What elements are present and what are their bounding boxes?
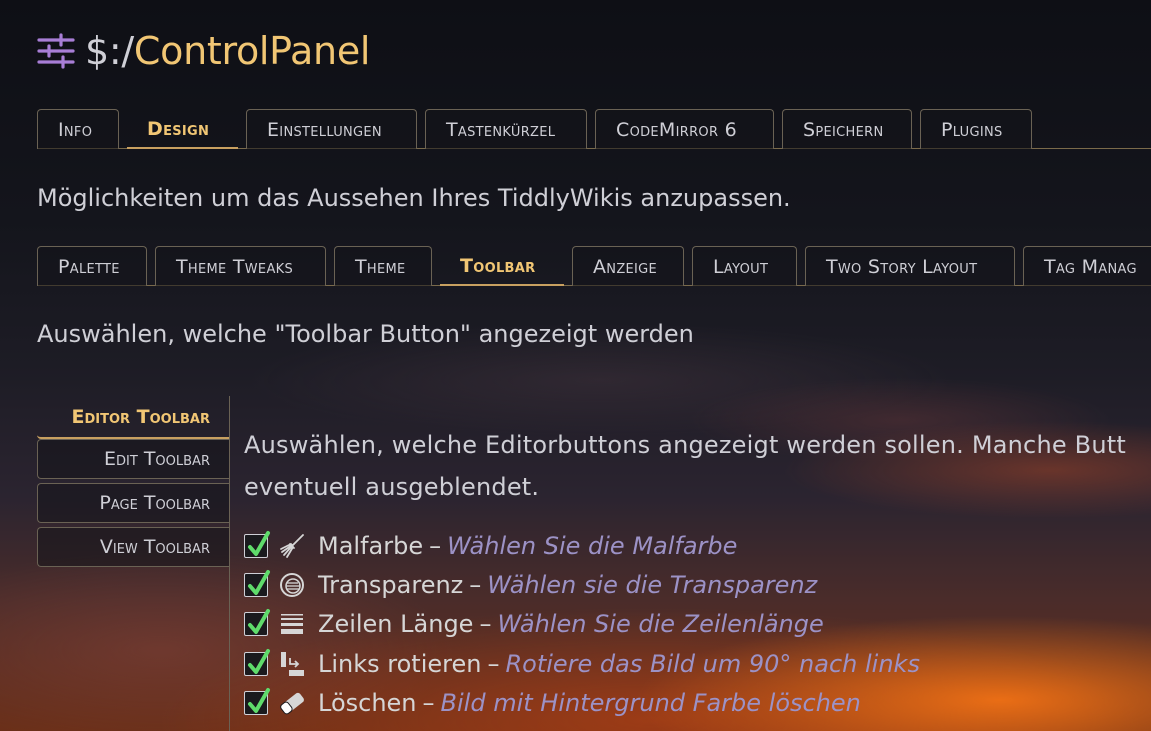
editor-toolbar-panel: Auswählen, welche Editorbuttons angezeig… xyxy=(244,424,1151,722)
button-description: Wählen Sie die Malfarbe xyxy=(447,531,738,560)
checkbox-zeilen-laenge[interactable] xyxy=(244,609,270,637)
button-description: Wählen Sie die Zeilenlänge xyxy=(497,610,824,639)
button-name: Malfarbe xyxy=(318,531,424,560)
list-item: Malfarbe – Wählen Sie die Malfarbe xyxy=(244,526,1151,565)
tab-theme[interactable]: Theme xyxy=(334,246,432,286)
tab-two-story-layout[interactable]: Two Story Layout xyxy=(805,246,1015,286)
design-tab-bar: Palette Theme Tweaks Theme Toolbar Anzei… xyxy=(37,246,1151,286)
checkbox-transparenz[interactable] xyxy=(244,569,270,597)
tab-codemirror[interactable]: CodeMirror 6 xyxy=(595,109,774,149)
tab-toolbar[interactable]: Toolbar xyxy=(440,246,564,286)
checkmark-icon xyxy=(248,648,270,674)
tab-theme-tweaks[interactable]: Theme Tweaks xyxy=(155,246,326,286)
button-description: Bild mit Hintergrund Farbe löschen xyxy=(440,688,861,717)
list-item: Links rotieren – Rotiere das Bild um 90°… xyxy=(244,644,1151,683)
tab-tastenkuerzel[interactable]: Tastenkürzel xyxy=(425,109,587,149)
rotate-left-icon xyxy=(281,651,304,676)
paint-brush-icon xyxy=(280,533,304,558)
line-width-icon xyxy=(281,614,303,635)
button-name: Transparenz xyxy=(318,570,464,599)
checkmark-icon xyxy=(248,569,270,595)
tab-einstellungen[interactable]: Einstellungen xyxy=(246,109,417,149)
button-description: Rotiere das Bild um 90° nach links xyxy=(505,649,920,678)
page-title: $:/ControlPanel xyxy=(37,26,370,76)
checkmark-icon xyxy=(248,687,270,713)
tab-tag-manager[interactable]: Tag Manag xyxy=(1023,246,1151,286)
button-name: Zeilen Länge xyxy=(318,610,474,639)
toolbar-side-tabs: Editor Toolbar Edit Toolbar Page Toolbar… xyxy=(37,396,230,571)
title-prefix: $:/ xyxy=(85,29,134,73)
checkbox-malfarbe[interactable] xyxy=(244,530,270,558)
main-tab-bar: Info Design Einstellungen Tastenkürzel C… xyxy=(37,109,1151,149)
title-name: ControlPanel xyxy=(133,29,371,73)
vtab-edit-toolbar[interactable]: Edit Toolbar xyxy=(37,439,230,479)
eraser-icon xyxy=(280,692,304,715)
intro-line-2: eventuell ausgeblendet. xyxy=(244,473,540,501)
button-name: Links rotieren xyxy=(318,649,482,678)
intro-line-1: Auswählen, welche Editorbuttons angezeig… xyxy=(244,431,1126,459)
button-description: Wählen sie die Transparenz xyxy=(487,570,818,599)
button-name: Löschen xyxy=(318,688,417,717)
tab-design[interactable]: Design xyxy=(127,109,238,149)
list-item: Zeilen Länge – Wählen Sie die Zeilenläng… xyxy=(244,605,1151,644)
design-description: Möglichkeiten um das Aussehen Ihres Tidd… xyxy=(37,184,791,212)
checkbox-loeschen[interactable] xyxy=(244,687,270,715)
vtab-view-toolbar[interactable]: View Toolbar xyxy=(37,527,230,567)
tab-info[interactable]: Info xyxy=(37,109,119,149)
checkmark-icon xyxy=(248,530,270,556)
vtab-editor-toolbar[interactable]: Editor Toolbar xyxy=(37,396,230,439)
tab-layout[interactable]: Layout xyxy=(692,246,797,286)
checkbox-links-rotieren[interactable] xyxy=(244,648,270,676)
tab-anzeige[interactable]: Anzeige xyxy=(572,246,684,286)
tab-speichern[interactable]: Speichern xyxy=(782,109,912,149)
vtab-page-toolbar[interactable]: Page Toolbar xyxy=(37,483,230,523)
list-item: Transparenz – Wählen sie die Transparenz xyxy=(244,565,1151,604)
tab-divider xyxy=(229,396,230,731)
tab-palette[interactable]: Palette xyxy=(37,246,147,286)
list-item: Löschen – Bild mit Hintergrund Farbe lös… xyxy=(244,683,1151,722)
checkmark-icon xyxy=(248,609,270,635)
sliders-icon xyxy=(37,33,75,69)
opacity-icon xyxy=(280,572,304,597)
button-list: Malfarbe – Wählen Sie die Malfarbe Trans… xyxy=(244,526,1151,722)
tab-plugins[interactable]: Plugins xyxy=(920,109,1032,149)
toolbar-description: Auswählen, welche "Toolbar Button" angez… xyxy=(37,320,694,348)
